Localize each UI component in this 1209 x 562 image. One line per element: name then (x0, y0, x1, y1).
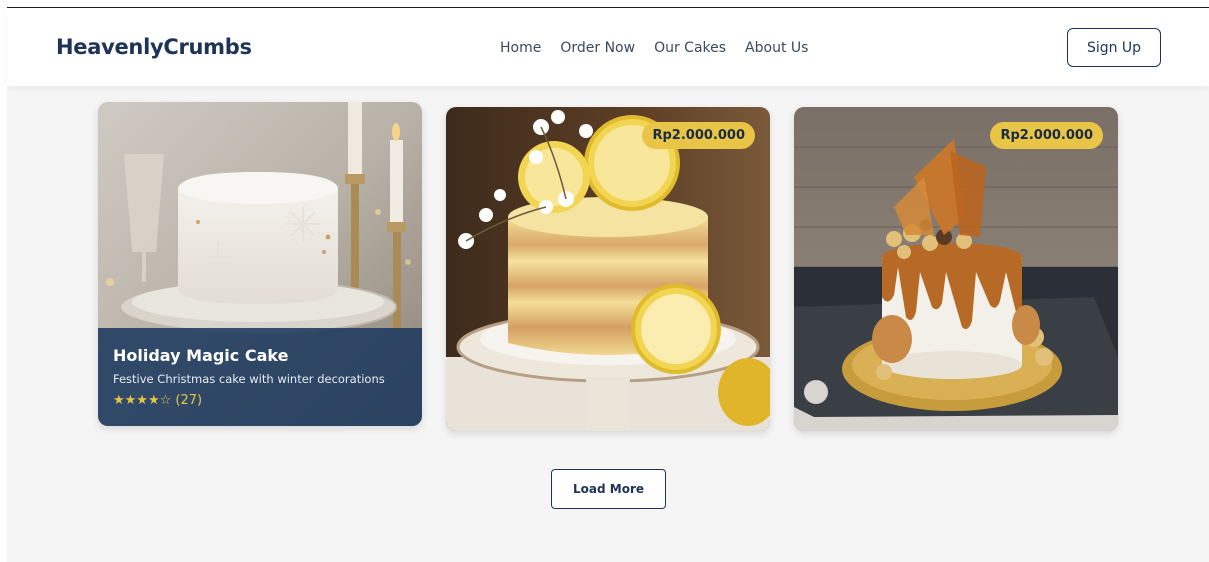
cake-card-lemon[interactable]: Rp2.000.000 (446, 107, 770, 431)
cake-card-caramel[interactable]: Rp2.000.000 (794, 107, 1118, 431)
card-info-overlay: Holiday Magic Cake Festive Christmas cak… (98, 328, 422, 426)
page-frame: HeavenlyCrumbs Home Order Now Our Cakes … (7, 7, 1209, 562)
caramel-cake-image (794, 107, 1118, 431)
price-badge: Rp2.000.000 (990, 122, 1103, 149)
sign-up-button[interactable]: Sign Up (1067, 28, 1161, 67)
nav-our-cakes-link[interactable]: Our Cakes (654, 40, 726, 56)
site-header: HeavenlyCrumbs Home Order Now Our Cakes … (7, 8, 1209, 86)
cake-rating: ★★★★☆ (27) (113, 393, 203, 408)
nav-about-us-link[interactable]: About Us (745, 40, 808, 56)
cake-title: Holiday Magic Cake (113, 346, 289, 365)
site-logo[interactable]: HeavenlyCrumbs (56, 35, 252, 59)
cake-card-holiday-magic[interactable]: Holiday Magic Cake Festive Christmas cak… (98, 102, 422, 426)
load-more-button[interactable]: Load More (551, 469, 666, 509)
lemon-cake-image (446, 107, 770, 431)
cake-description: Festive Christmas cake with winter decor… (113, 372, 385, 386)
main-nav: Home Order Now Our Cakes About Us (500, 40, 808, 56)
nav-order-now-link[interactable]: Order Now (560, 40, 635, 56)
price-badge: Rp2.000.000 (642, 122, 755, 149)
nav-home-link[interactable]: Home (500, 40, 541, 56)
